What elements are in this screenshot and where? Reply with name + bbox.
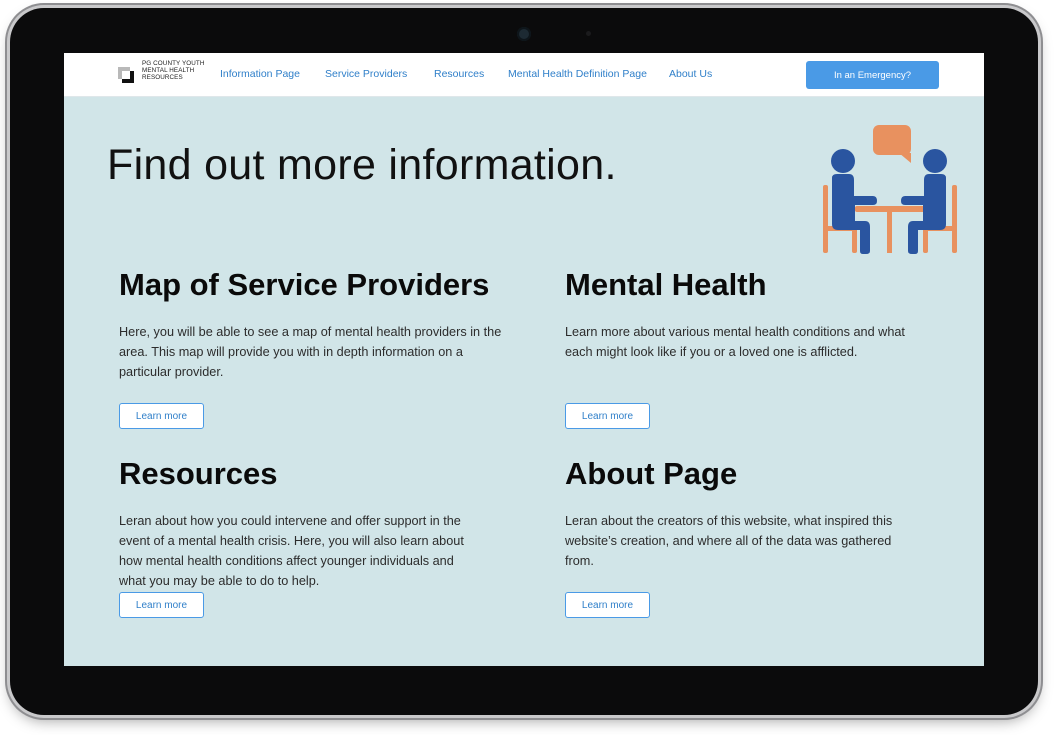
conversation-illustration (823, 125, 957, 254)
learn-more-button-about[interactable]: Learn more (565, 592, 650, 618)
page-title: Find out more information. (107, 141, 617, 189)
section-title-mental-health: Mental Health (565, 267, 767, 302)
section-title-resources: Resources (119, 456, 278, 491)
learn-more-button-mental-health[interactable]: Learn more (565, 403, 650, 429)
sensor-dot (586, 31, 591, 36)
logo-mark-icon[interactable] (118, 67, 134, 83)
section-title-map: Map of Service Providers (119, 267, 490, 302)
top-nav: PG COUNTY YOUTH MENTAL HEALTH RESOURCES … (64, 53, 984, 97)
nav-link-mental-health-definition[interactable]: Mental Health Definition Page (508, 68, 647, 80)
camera-icon (517, 27, 531, 41)
learn-more-button-resources[interactable]: Learn more (119, 592, 204, 618)
screen: PG COUNTY YOUTH MENTAL HEALTH RESOURCES … (64, 53, 984, 666)
learn-more-button-map[interactable]: Learn more (119, 403, 204, 429)
section-body-resources: Leran about how you could intervene and … (119, 514, 464, 588)
nav-link-resources[interactable]: Resources (434, 68, 484, 80)
section-body-mental-health: Learn more about various mental health c… (565, 325, 905, 359)
section-title-about: About Page (565, 456, 738, 491)
logo-text[interactable]: PG COUNTY YOUTH MENTAL HEALTH RESOURCES (142, 60, 208, 81)
tablet-frame: PG COUNTY YOUTH MENTAL HEALTH RESOURCES … (10, 8, 1038, 715)
section-body-about: Leran about the creators of this website… (565, 514, 893, 568)
nav-link-information-page[interactable]: Information Page (220, 68, 300, 80)
nav-link-service-providers[interactable]: Service Providers (325, 68, 407, 80)
section-body-map: Here, you will be able to see a map of m… (119, 325, 502, 379)
nav-link-about-us[interactable]: About Us (669, 68, 712, 80)
emergency-button[interactable]: In an Emergency? (806, 61, 939, 89)
